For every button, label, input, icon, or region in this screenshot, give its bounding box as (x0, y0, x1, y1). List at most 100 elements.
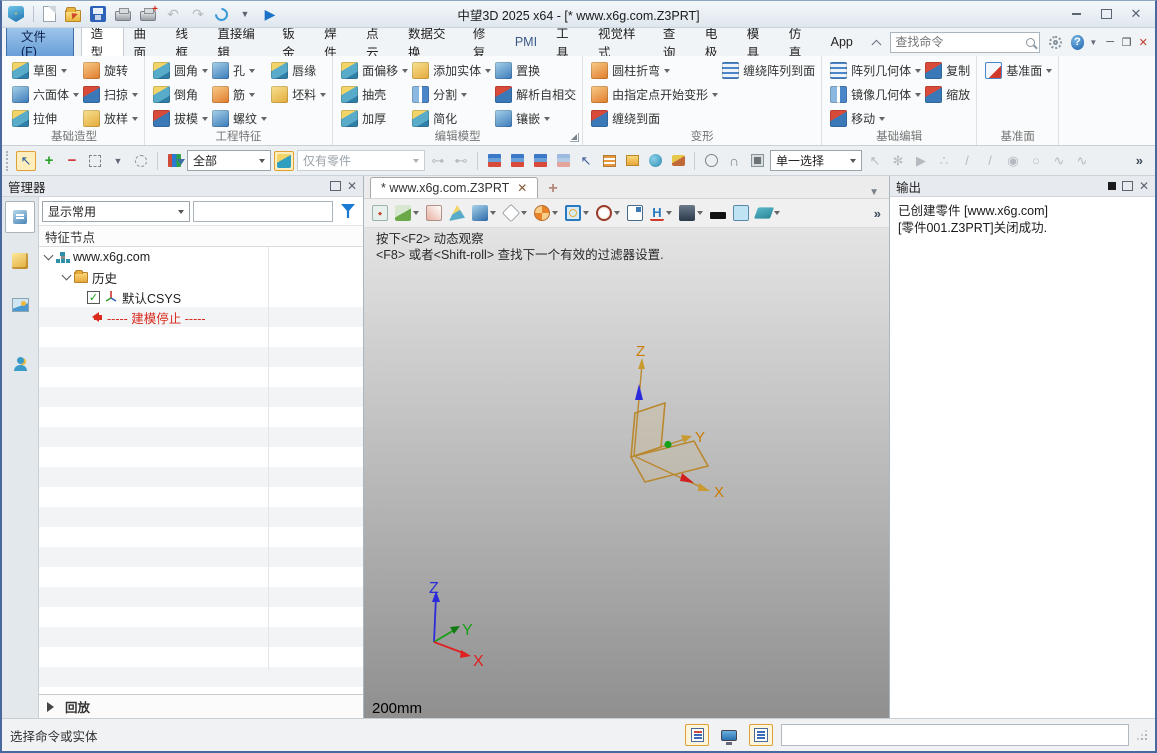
doc-close-button[interactable]: ✕ (1135, 35, 1151, 50)
dropdown-arrow-icon[interactable] (132, 93, 138, 100)
dropdown-arrow-icon[interactable] (1046, 69, 1052, 76)
monitor-button[interactable] (717, 724, 741, 746)
ribbon-item-hole[interactable]: 孔 (212, 61, 267, 80)
expander-chevron-icon[interactable] (44, 250, 54, 260)
pick-list-button[interactable] (599, 151, 619, 171)
ribbon-item-add-solid[interactable]: 添加实体 (412, 61, 491, 80)
ribbon-item-chamfer[interactable]: 倒角 (153, 85, 208, 104)
tree-row-root[interactable]: www.x6g.com (39, 247, 363, 267)
line-icon[interactable]: / (957, 151, 977, 171)
ribbon-item-extrude[interactable]: 拉伸 (12, 109, 79, 128)
tab-app[interactable]: App (822, 31, 862, 53)
circle-icon[interactable]: ○ (1026, 151, 1046, 171)
dropdown-arrow-icon[interactable] (261, 117, 267, 124)
box-pick-button[interactable] (747, 151, 767, 171)
dropdown-arrow-icon[interactable] (614, 211, 620, 218)
resize-grip[interactable] (1137, 730, 1147, 740)
dropdown-arrow-icon[interactable] (249, 69, 255, 76)
ribbon-item-datum-plane[interactable]: 基准面 (985, 61, 1052, 80)
command-echo-button[interactable] (749, 724, 773, 746)
background-color-button[interactable] (733, 205, 749, 221)
ribbon-item-face-offset[interactable]: 面偏移 (341, 61, 408, 80)
save-icon[interactable] (90, 6, 106, 22)
dropdown-arrow-icon[interactable] (61, 69, 67, 76)
quick-access-dropdown-icon[interactable]: ▼ (237, 6, 253, 22)
help-icon[interactable]: ? (1071, 35, 1085, 50)
dropdown-arrow-icon[interactable] (664, 69, 670, 76)
dropdown-arrow-icon[interactable] (666, 211, 672, 218)
checkbox-checked-icon[interactable]: ✓ (87, 291, 100, 304)
view-triad[interactable]: Z Y X (407, 580, 507, 680)
dropdown-arrow-icon[interactable] (485, 69, 491, 76)
ribbon-item-stock[interactable]: 坯料 (271, 85, 326, 104)
face-pick-button[interactable] (507, 151, 527, 171)
ribbon-item-copy[interactable]: 复制 (925, 61, 970, 80)
new-file-icon[interactable] (43, 6, 56, 22)
lasso-pick-button[interactable] (131, 151, 151, 171)
doc-minimize-button[interactable]: ─ (1102, 35, 1118, 50)
visual-manager-button[interactable] (5, 245, 35, 277)
ribbon-item-simplify[interactable]: 简化 (412, 109, 491, 128)
tab-pmi[interactable]: PMI (506, 31, 546, 53)
dropdown-arrow-icon[interactable] (915, 93, 921, 100)
ribbon-item-draft[interactable]: 拔模 (153, 109, 208, 128)
spline-icon[interactable]: ∿ (1049, 151, 1069, 171)
dropdown-arrow-icon[interactable] (73, 93, 79, 100)
ribbon-item-revolve[interactable]: 旋转 (83, 61, 138, 80)
maximize-button[interactable] (1093, 5, 1119, 23)
toolbar-overflow-icon[interactable]: » (1136, 153, 1151, 168)
layer-button[interactable] (756, 205, 780, 221)
tree-row-history-stop[interactable]: ----- 建模停止 ----- (39, 307, 363, 327)
pick-info-cursor-icon[interactable]: ↖ (576, 151, 596, 171)
dropdown-arrow-icon[interactable] (879, 117, 885, 124)
compass-pick-button[interactable] (701, 151, 721, 171)
part-filter-dropdown[interactable]: 仅有零件 (297, 150, 425, 171)
manager-tree-button[interactable] (5, 201, 35, 233)
dropdown-arrow-icon[interactable] (320, 93, 326, 100)
default-csys-datum[interactable]: Z Y X (602, 340, 772, 515)
color-filter-button[interactable] (164, 151, 184, 171)
print-icon[interactable] (115, 11, 131, 21)
tree-column-header[interactable]: 特征节点 (39, 226, 363, 247)
dropdown-arrow-icon[interactable] (583, 211, 589, 218)
dropdown-arrow-icon[interactable] (402, 69, 408, 76)
ribbon-item-pattern-geometry[interactable]: 阵列几何体 (830, 61, 921, 80)
help-dropdown-icon[interactable]: ▼ (1089, 38, 1097, 47)
window-pick-dropdown-icon[interactable]: ▼ (108, 151, 128, 171)
circle-point-icon[interactable]: ◉ (1003, 151, 1023, 171)
document-tab-close-icon[interactable]: ✕ (517, 181, 527, 195)
window-pick-button[interactable] (85, 151, 105, 171)
app-logo-icon[interactable] (8, 6, 24, 22)
dropdown-arrow-icon[interactable] (552, 211, 558, 218)
replay-expander-icon[interactable] (47, 702, 59, 712)
ribbon-item-cylindrical-bend[interactable]: 圆柱折弯 (591, 61, 718, 80)
curvature-bar-button[interactable] (710, 208, 726, 219)
csys-x-red-arrow[interactable] (680, 473, 694, 483)
role-manager-button[interactable] (5, 347, 35, 379)
ribbon-item-box[interactable]: 六面体 (12, 85, 79, 104)
tree-filter-input[interactable] (193, 201, 333, 222)
ribbon-item-split[interactable]: 分割 (412, 85, 491, 104)
dropdown-arrow-icon[interactable] (413, 211, 419, 218)
curve2-icon[interactable]: ∿ (1072, 151, 1092, 171)
wireframe-display-button[interactable] (503, 205, 527, 221)
command-search-input[interactable] (895, 35, 1026, 49)
snap-points-icon[interactable]: ∴ (934, 151, 954, 171)
restore-panel-button[interactable] (330, 181, 341, 191)
minimize-button[interactable] (1063, 5, 1089, 23)
graphics-area[interactable]: * www.x6g.com.Z3PRT ✕ + ▼ H (364, 176, 889, 718)
ribbon-item-sketch[interactable]: 草图 (12, 61, 79, 80)
display-mode-button[interactable] (679, 205, 703, 221)
tab-list-dropdown-icon[interactable]: ▼ (869, 187, 883, 198)
tree-row-default-csys[interactable]: ✓ 默认CSYS (39, 287, 363, 307)
zoom-window-button[interactable] (565, 205, 589, 221)
settings-gear-icon[interactable] (1049, 36, 1061, 49)
section-view-button[interactable]: H (650, 205, 672, 221)
ribbon-item-mirror-geometry[interactable]: 镜像几何体 (830, 85, 921, 104)
regenerate-icon[interactable] (212, 5, 230, 23)
ribbon-item-inlay[interactable]: 镶嵌 (495, 109, 576, 128)
redo-icon[interactable]: ↷ (190, 6, 206, 22)
dropdown-arrow-icon[interactable] (132, 117, 138, 124)
restore-panel-button[interactable] (1122, 181, 1133, 191)
related-pick-icon[interactable]: ⊷ (451, 151, 471, 171)
